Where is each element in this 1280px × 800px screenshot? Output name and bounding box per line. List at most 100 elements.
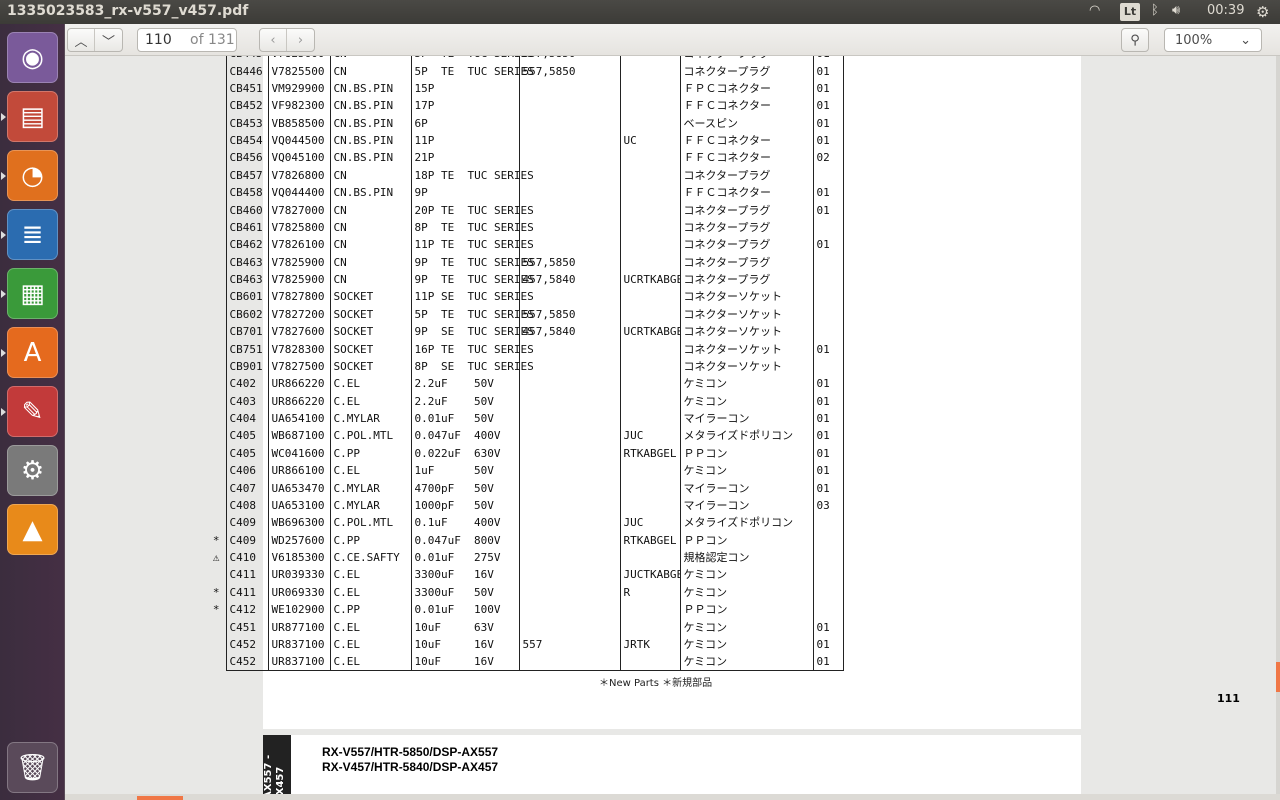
description: CN <box>329 270 412 289</box>
spec-value: 5P TE TUC SERIES <box>410 62 534 80</box>
description-jp: メタライズドポリコン <box>679 427 814 445</box>
new-part-mark <box>195 149 226 166</box>
table-row: C407 UA653470 C.MYLAR 4700pF 50V マイラーコン 01 <box>195 479 844 497</box>
new-part-mark <box>195 514 226 531</box>
spec-value: 3300uF <box>410 583 471 601</box>
wifi-icon[interactable]: ◠ <box>1089 3 1100 18</box>
horizontal-scrollbar-thumb[interactable] <box>137 796 183 800</box>
models <box>518 131 621 150</box>
destination <box>619 548 681 567</box>
part-no: VQ045100 <box>267 149 331 167</box>
destination <box>619 166 681 184</box>
code: 01 <box>812 131 844 150</box>
part-no: V7825900 <box>267 253 331 271</box>
destination <box>619 305 681 323</box>
back-button[interactable]: ‹ <box>260 29 287 51</box>
new-part-mark <box>195 97 226 114</box>
search-icon: ⚲ <box>1130 32 1140 48</box>
description: C.POL.MTL <box>329 514 412 532</box>
new-part-mark <box>195 323 226 340</box>
new-part-mark: * <box>212 585 220 599</box>
part-no: V7826800 <box>267 166 331 184</box>
table-row: C411UR039330C.EL3300uF16V JUCTKABGELケミコン <box>195 566 844 584</box>
new-part-mark <box>195 566 226 583</box>
code <box>812 583 844 601</box>
code <box>812 514 844 532</box>
description: CN <box>329 62 412 80</box>
model-heading: RX-V557/HTR-5850/DSP-AX557 RX-V457/HTR-5… <box>322 745 498 775</box>
ubuntu-dash-icon[interactable]: ◉ <box>7 32 58 83</box>
clock[interactable]: 00:39 <box>1207 3 1244 18</box>
models <box>518 409 621 428</box>
spec-value: 8P SE TUC SERIES <box>410 357 534 376</box>
page-number-input[interactable]: 110 of 131 <box>137 28 237 52</box>
destination: RTKABGEL <box>619 444 681 462</box>
models <box>518 375 621 393</box>
horizontal-scrollbar[interactable] <box>65 794 1280 800</box>
spec-value: 0.01uF <box>410 548 471 567</box>
firefox-icon[interactable]: ◔ <box>7 150 58 201</box>
description-jp: コネクターソケット <box>679 357 814 376</box>
writer-icon[interactable]: ≣ <box>7 209 58 260</box>
description-jp: ベースピン <box>679 114 814 132</box>
models <box>518 201 621 219</box>
models <box>518 218 621 237</box>
settings-icon[interactable]: ⚙ <box>7 445 58 496</box>
description-jp: ＦＦＣコネクター <box>679 131 814 150</box>
destination <box>619 201 681 219</box>
description-jp: コネクターソケット <box>679 340 814 358</box>
description: CN.BS.PIN <box>329 184 412 202</box>
spec-rating: 63V <box>471 618 520 636</box>
volume-icon[interactable]: 🔊︎ <box>1172 3 1180 18</box>
document-view[interactable]: CB445V7825600CN5P TE TUC SERIES557,5850コ… <box>65 56 1276 794</box>
document-viewer-icon[interactable]: ✎ <box>7 386 58 437</box>
files-icon[interactable]: ▤ <box>7 91 58 142</box>
page-current[interactable]: 110 <box>145 32 172 48</box>
bluetooth-icon[interactable]: ᛒ <box>1151 3 1159 18</box>
zoom-select[interactable]: 100% ⌄ <box>1164 28 1262 52</box>
destination: UC <box>619 131 681 150</box>
new-part-mark <box>195 375 226 392</box>
running-indicator <box>1 113 6 121</box>
ref-no: C402 <box>225 375 269 393</box>
description-jp: ＦＦＣコネクター <box>679 97 814 115</box>
new-part-mark <box>195 653 226 671</box>
spec-value: 21P <box>410 149 471 167</box>
new-part-mark <box>195 497 226 514</box>
forward-button[interactable]: › <box>287 29 314 51</box>
window-title: 1335023583_rx-v557_v457.pdf <box>7 3 249 19</box>
destination <box>619 114 681 132</box>
vlc-icon[interactable]: ▲ <box>7 504 58 555</box>
spec-value: 3300uF <box>410 566 471 584</box>
keyboard-layout-indicator[interactable]: Lt <box>1120 3 1140 21</box>
spec-rating: 50V <box>471 496 520 515</box>
spec-value: 10uF <box>410 635 471 654</box>
description: C.PP <box>329 531 412 549</box>
previous-page-button[interactable]: ︿ <box>68 29 95 51</box>
destination <box>619 288 681 306</box>
table-row: C452 UR837100 C.EL 10uF 16V 557 JRTK ケミコン 01 <box>195 635 844 654</box>
search-button[interactable]: ⚲ <box>1121 28 1149 52</box>
ref-no: CB445 <box>225 56 269 63</box>
session-gear-icon[interactable]: ⚙ <box>1256 3 1269 21</box>
software-center-icon[interactable]: A <box>7 327 58 378</box>
new-part-mark <box>195 219 226 236</box>
toolbar: ︿ ﹀ 110 of 131 ‹ › ⚲ 100% ⌄ <box>65 24 1280 56</box>
description: C.EL <box>329 566 412 584</box>
page-nav-group: ︿ ﹀ <box>67 28 123 52</box>
description: CN.BS.PIN <box>329 149 412 167</box>
trash-icon[interactable]: 🗑 <box>7 742 58 793</box>
spec-value: 18P TE TUC SERIES <box>410 166 534 184</box>
running-indicator <box>1 231 6 239</box>
calc-icon[interactable]: ▦ <box>7 268 58 319</box>
next-page-button[interactable]: ﹀ <box>95 29 122 51</box>
table-row: C409 WB696300 C.POL.MTL 0.1uF 400V JUC メタライズドポ… <box>195 514 844 532</box>
spec-value: 5P TE TUC SERIES <box>410 56 534 63</box>
table-row: CB463 V7825900 CN 9P TE TUC SERIES 557,5850 コ… <box>195 253 844 271</box>
new-part-mark <box>195 236 226 253</box>
table-row: CB701 V7827600 SOCKET 9P SE TUC SERIES 457,5… <box>195 323 844 341</box>
table-row: CB751 V7828300 SOCKET 16P TE TUC SERIES コネクタ… <box>195 340 844 358</box>
part-no: V7827500 <box>267 357 331 376</box>
description: C.EL <box>329 618 412 636</box>
vertical-scrollbar-thumb[interactable] <box>1276 662 1280 692</box>
